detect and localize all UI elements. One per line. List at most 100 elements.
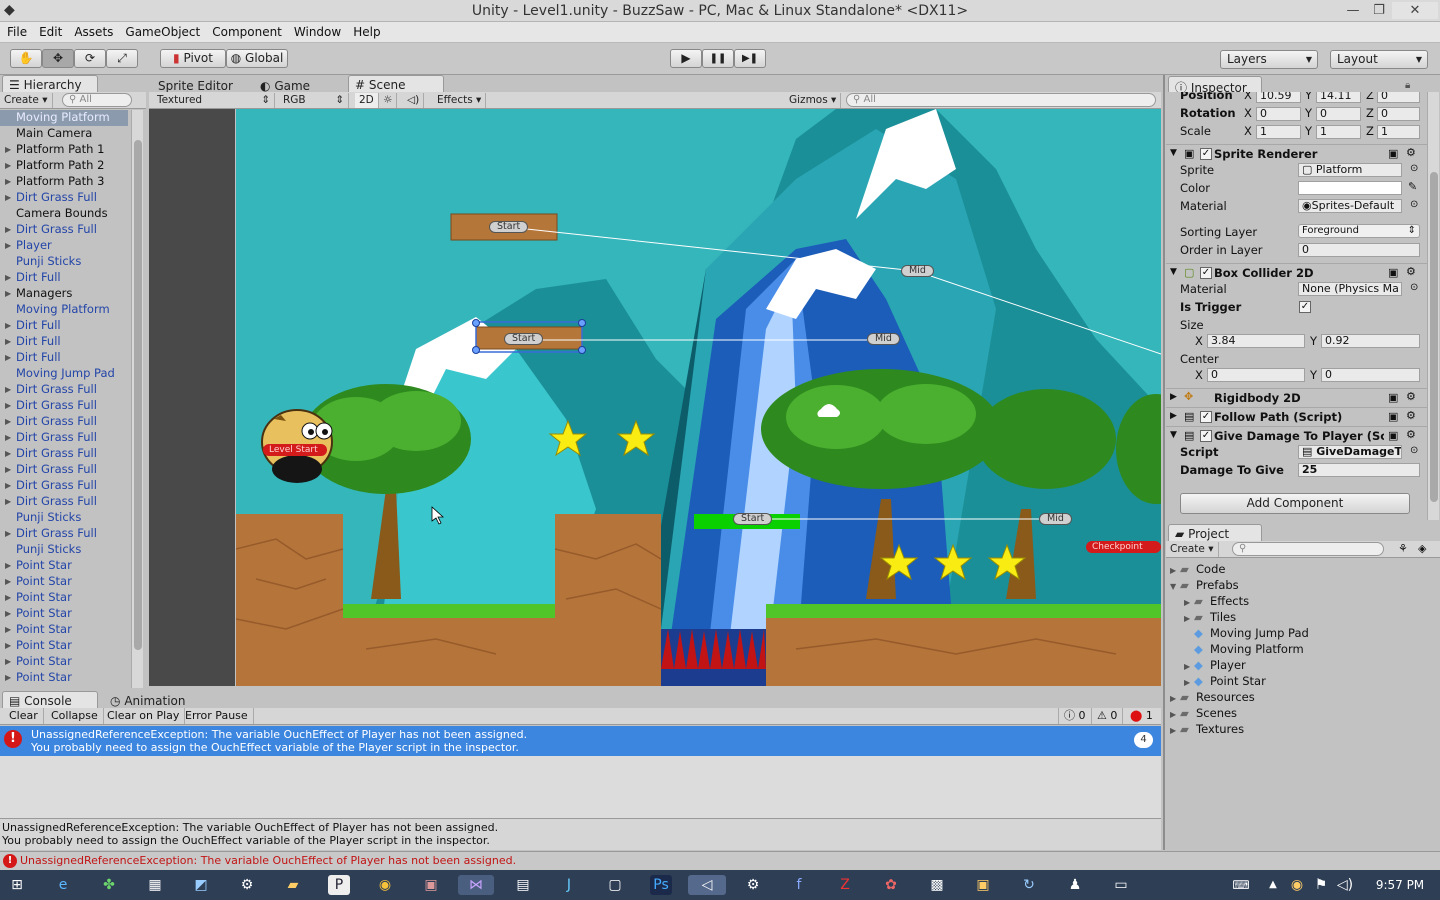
hierarchy-item[interactable]: ▶ Dirt Grass Full bbox=[0, 430, 128, 446]
hierarchy-search-input[interactable]: ⚲ All bbox=[62, 93, 132, 107]
object-picker-icon[interactable]: ⊙ bbox=[1410, 199, 1418, 210]
layout-dropdown[interactable]: Layout ▼ bbox=[1330, 50, 1428, 69]
gear-icon[interactable]: ⚙ bbox=[1406, 146, 1416, 159]
foldout-closed-icon[interactable]: ▶ bbox=[5, 590, 11, 605]
menu-edit[interactable]: Edit bbox=[32, 22, 67, 39]
foldout-closed-icon[interactable]: ▶ bbox=[5, 270, 11, 285]
move-tool-button[interactable]: ✥ bbox=[42, 49, 74, 68]
project-search-input[interactable]: ⚲ bbox=[1232, 542, 1384, 556]
paint-icon[interactable]: ▣ bbox=[972, 875, 994, 895]
hierarchy-item[interactable]: ▶ Point Star bbox=[0, 670, 128, 686]
hierarchy-item[interactable]: ▶ Point Star bbox=[0, 638, 128, 654]
clock[interactable]: 9:57 PM bbox=[1370, 878, 1430, 892]
menu-component[interactable]: Component bbox=[205, 22, 287, 39]
box-collider-enabled-checkbox[interactable]: ✓ bbox=[1200, 267, 1212, 279]
scene-search-input[interactable]: ⚲ All bbox=[846, 93, 1156, 107]
volume-icon[interactable]: ◁) bbox=[1334, 875, 1356, 895]
foldout-closed-icon[interactable]: ▶ bbox=[5, 606, 11, 621]
foldout-closed-icon[interactable]: ▶ bbox=[5, 350, 11, 365]
log-filter-button[interactable]: ⓘ 0 bbox=[1058, 708, 1092, 724]
hierarchy-item[interactable]: ▶ Dirt Grass Full bbox=[0, 446, 128, 462]
foldout-open-icon[interactable]: ▼ bbox=[1170, 579, 1180, 594]
foldout-closed-icon[interactable]: ▶ bbox=[5, 654, 11, 669]
menu-file[interactable]: File bbox=[0, 22, 32, 39]
foldout-closed-icon[interactable]: ▶ bbox=[5, 446, 11, 461]
mode-2d-toggle[interactable]: 2D bbox=[355, 93, 379, 108]
archive-icon[interactable]: ▣ bbox=[420, 875, 442, 895]
error-pause-button[interactable]: Error Pause bbox=[180, 708, 254, 724]
follow-path-enabled-checkbox[interactable]: ✓ bbox=[1200, 411, 1212, 423]
help-icon[interactable]: ▣ bbox=[1388, 410, 1398, 423]
foldout-closed-icon[interactable]: ▶ bbox=[5, 430, 11, 445]
foldout-closed-icon[interactable]: ▶ bbox=[5, 174, 11, 189]
filter-label-icon[interactable]: ◈ bbox=[1418, 542, 1426, 555]
rotation-y-field[interactable]: 0 bbox=[1316, 107, 1361, 121]
object-picker-icon[interactable]: ⊙ bbox=[1410, 282, 1418, 293]
scene-viewport[interactable]: Start Mid Start Mid Start Mid Level Star… bbox=[236, 109, 1161, 686]
effects-dropdown[interactable]: Effects ▾ bbox=[433, 93, 487, 108]
jetbrains-icon[interactable]: J bbox=[558, 875, 580, 895]
menu-help[interactable]: Help bbox=[346, 22, 385, 39]
position-y-field[interactable]: 14.11 bbox=[1316, 92, 1361, 103]
foldout-closed-icon[interactable]: ▶ bbox=[1184, 611, 1194, 626]
foldout-closed-icon[interactable]: ▶ bbox=[5, 638, 11, 653]
foldout-closed-icon[interactable]: ▶ bbox=[5, 622, 11, 637]
foldout-closed-icon[interactable]: ▶ bbox=[5, 398, 11, 413]
foldout-closed-icon[interactable]: ▶ bbox=[5, 382, 11, 397]
sprite-renderer-header[interactable]: ▼ ▣ ✓ Sprite Renderer ▣ ⚙ bbox=[1166, 144, 1428, 162]
hierarchy-item[interactable]: ▶ Dirt Grass Full bbox=[0, 462, 128, 478]
center-y-field[interactable]: 0 bbox=[1321, 368, 1420, 382]
visual-studio-icon[interactable]: ⋈ bbox=[458, 875, 494, 895]
order-in-layer-field[interactable]: 0 bbox=[1298, 243, 1420, 257]
tray-flag-icon[interactable]: ⚑ bbox=[1310, 875, 1332, 895]
script-field[interactable]: ▤ GiveDamageT bbox=[1298, 445, 1402, 459]
sorting-layer-dropdown[interactable]: Foreground ⇕ bbox=[1298, 224, 1420, 238]
foldout-closed-icon[interactable]: ▶ bbox=[5, 318, 11, 333]
project-item[interactable]: ▶ ▰ Scenes bbox=[1170, 706, 1237, 722]
gear-icon[interactable]: ⚙ bbox=[1406, 409, 1416, 422]
clear-on-play-button[interactable]: Clear on Play bbox=[102, 708, 186, 724]
foldout-closed-icon[interactable]: ▶ bbox=[1170, 691, 1180, 706]
hierarchy-item[interactable]: ▶ Platform Path 1 bbox=[0, 142, 128, 158]
position-z-field[interactable]: 0 bbox=[1377, 92, 1420, 103]
hierarchy-item[interactable]: Main Camera bbox=[0, 126, 128, 142]
damage-to-give-field[interactable]: 25 bbox=[1298, 463, 1420, 477]
hierarchy-item[interactable]: Camera Bounds bbox=[0, 206, 128, 222]
hierarchy-item[interactable]: ▶ Point Star bbox=[0, 606, 128, 622]
give-damage-enabled-checkbox[interactable]: ✓ bbox=[1200, 430, 1212, 442]
files-icon[interactable]: ▤ bbox=[512, 875, 534, 895]
project-item[interactable]: ▶ ▰ Resources bbox=[1170, 690, 1255, 706]
help-icon[interactable]: ▣ bbox=[1388, 391, 1398, 404]
filezilla-icon[interactable]: Z bbox=[834, 875, 856, 895]
maximize-button[interactable]: ❐ bbox=[1364, 2, 1394, 19]
android-icon[interactable]: ♟ bbox=[1064, 875, 1086, 895]
position-x-field[interactable]: 10.59 bbox=[1256, 92, 1301, 103]
box-collider-header[interactable]: ▼ ▢ ✓ Box Collider 2D ▣ ⚙ bbox=[1166, 263, 1428, 281]
menu-window[interactable]: Window bbox=[287, 22, 346, 39]
menu-assets[interactable]: Assets bbox=[67, 22, 118, 39]
object-picker-icon[interactable]: ⊙ bbox=[1410, 163, 1418, 174]
scale-x-field[interactable]: 1 bbox=[1256, 125, 1301, 139]
foldout-closed-icon[interactable]: ▶ bbox=[1170, 723, 1180, 738]
center-x-field[interactable]: 0 bbox=[1207, 368, 1305, 382]
hierarchy-item[interactable]: Punji Sticks bbox=[0, 510, 128, 526]
hierarchy-create-button[interactable]: Create ▾ bbox=[0, 93, 53, 108]
scale-y-field[interactable]: 1 bbox=[1316, 125, 1361, 139]
hierarchy-item[interactable]: ▶ Dirt Grass Full bbox=[0, 222, 128, 238]
refresh-app-icon[interactable]: ↻ bbox=[1018, 875, 1040, 895]
hierarchy-item[interactable]: Moving Platform bbox=[0, 110, 128, 126]
project-item[interactable]: ▶ ◆ Point Star bbox=[1184, 674, 1266, 690]
unity-hub-icon[interactable]: ⚙ bbox=[742, 875, 764, 895]
game-app-icon[interactable]: ✿ bbox=[880, 875, 902, 895]
warning-filter-button[interactable]: ⚠ 0 bbox=[1092, 708, 1124, 724]
hierarchy-item[interactable]: ▶ Point Star bbox=[0, 558, 128, 574]
facebook-icon[interactable]: f bbox=[788, 875, 810, 895]
object-picker-icon[interactable]: ⊙ bbox=[1410, 445, 1418, 456]
gear-icon[interactable]: ⚙ bbox=[1406, 428, 1416, 441]
help-icon[interactable]: ▣ bbox=[1388, 266, 1398, 279]
hierarchy-item[interactable]: ▶ Dirt Grass Full bbox=[0, 382, 128, 398]
filter-type-icon[interactable]: ⚘ bbox=[1398, 542, 1408, 555]
console-log-entry[interactable]: ! UnassignedReferenceException: The vari… bbox=[0, 726, 1161, 756]
hierarchy-item[interactable]: ▶ Dirt Full bbox=[0, 318, 128, 334]
tab-console[interactable]: ▤ Console bbox=[2, 691, 98, 709]
